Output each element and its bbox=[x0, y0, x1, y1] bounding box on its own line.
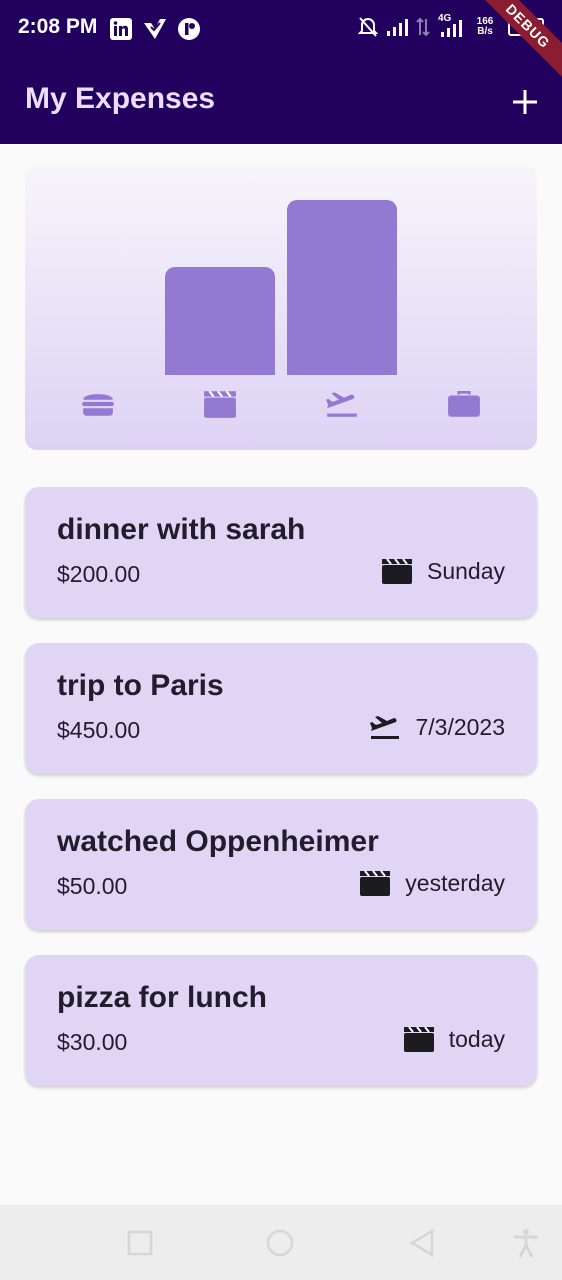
expense-amount: $450.00 bbox=[57, 717, 141, 743]
signal-4g-icon: 4G bbox=[438, 14, 462, 38]
briefcase-icon bbox=[448, 390, 480, 417]
expense-title: trip to Paris bbox=[57, 669, 224, 702]
expense-title: pizza for lunch bbox=[57, 981, 267, 1014]
expense-amount: $30.00 bbox=[57, 1029, 128, 1055]
app-notification-icon bbox=[178, 18, 200, 40]
expense-chart bbox=[25, 165, 537, 450]
expense-date: today bbox=[448, 1025, 505, 1052]
clapperboard-icon bbox=[204, 390, 236, 418]
signal-icon bbox=[387, 19, 408, 36]
expense-title: dinner with sarah bbox=[57, 513, 306, 546]
data-transfer-icon bbox=[416, 17, 430, 37]
expense-card[interactable]: dinner with sarah $200.00 Sunday bbox=[25, 487, 537, 618]
expense-meta: today bbox=[403, 1025, 505, 1053]
notification-icons bbox=[110, 17, 200, 41]
linkedin-icon bbox=[110, 18, 132, 40]
airplane-takeoff-icon bbox=[370, 716, 400, 739]
system-nav-bar bbox=[0, 1205, 562, 1280]
expense-meta: Sunday bbox=[381, 557, 505, 585]
expense-amount: $50.00 bbox=[57, 873, 128, 899]
expense-date: Sunday bbox=[426, 557, 505, 584]
chart-category-food bbox=[78, 388, 118, 420]
clapperboard-icon bbox=[381, 558, 412, 584]
back-button[interactable] bbox=[406, 1227, 438, 1259]
expense-amount: $200.00 bbox=[57, 561, 141, 587]
recent-apps-button[interactable] bbox=[124, 1227, 156, 1259]
clapperboard-icon bbox=[360, 870, 391, 896]
expense-date: 7/3/2023 bbox=[415, 713, 505, 740]
home-button[interactable] bbox=[264, 1227, 296, 1259]
page-title: My Expenses bbox=[25, 82, 216, 115]
expense-card[interactable]: watched Oppenheimer $50.00 yesterday bbox=[25, 799, 537, 930]
status-time: 2:08 PM bbox=[18, 15, 98, 38]
chart-category-leisure bbox=[200, 388, 240, 420]
chart-category-work bbox=[444, 388, 484, 420]
expense-card[interactable]: pizza for lunch $30.00 today bbox=[25, 955, 537, 1086]
plus-icon[interactable] bbox=[505, 82, 545, 122]
chart-category-travel bbox=[322, 388, 362, 420]
clapperboard-icon bbox=[403, 1026, 434, 1052]
chart-bars bbox=[25, 165, 537, 375]
airplane-takeoff-icon bbox=[326, 392, 357, 417]
expense-meta: yesterday bbox=[359, 869, 505, 897]
network-speed: 166 B/s bbox=[470, 17, 500, 37]
accessibility-icon[interactable] bbox=[510, 1227, 542, 1259]
expense-card[interactable]: trip to Paris $450.00 7/3/2023 bbox=[25, 643, 537, 774]
app-bar: 2:08 PM 4G 166 B/s DEBUG My Expenses bbox=[0, 0, 562, 144]
mute-bell-icon bbox=[358, 17, 378, 37]
status-bar: 2:08 PM 4G 166 B/s bbox=[0, 0, 562, 56]
expense-title: watched Oppenheimer bbox=[57, 825, 379, 858]
speed-unit: B/s bbox=[477, 26, 493, 37]
expense-date: yesterday bbox=[405, 869, 505, 896]
badge-check-icon bbox=[144, 19, 166, 39]
chart-bar-leisure bbox=[165, 266, 275, 375]
expense-meta: 7/3/2023 bbox=[369, 713, 505, 741]
burger-icon bbox=[82, 394, 114, 416]
chart-bar-travel bbox=[287, 200, 397, 375]
